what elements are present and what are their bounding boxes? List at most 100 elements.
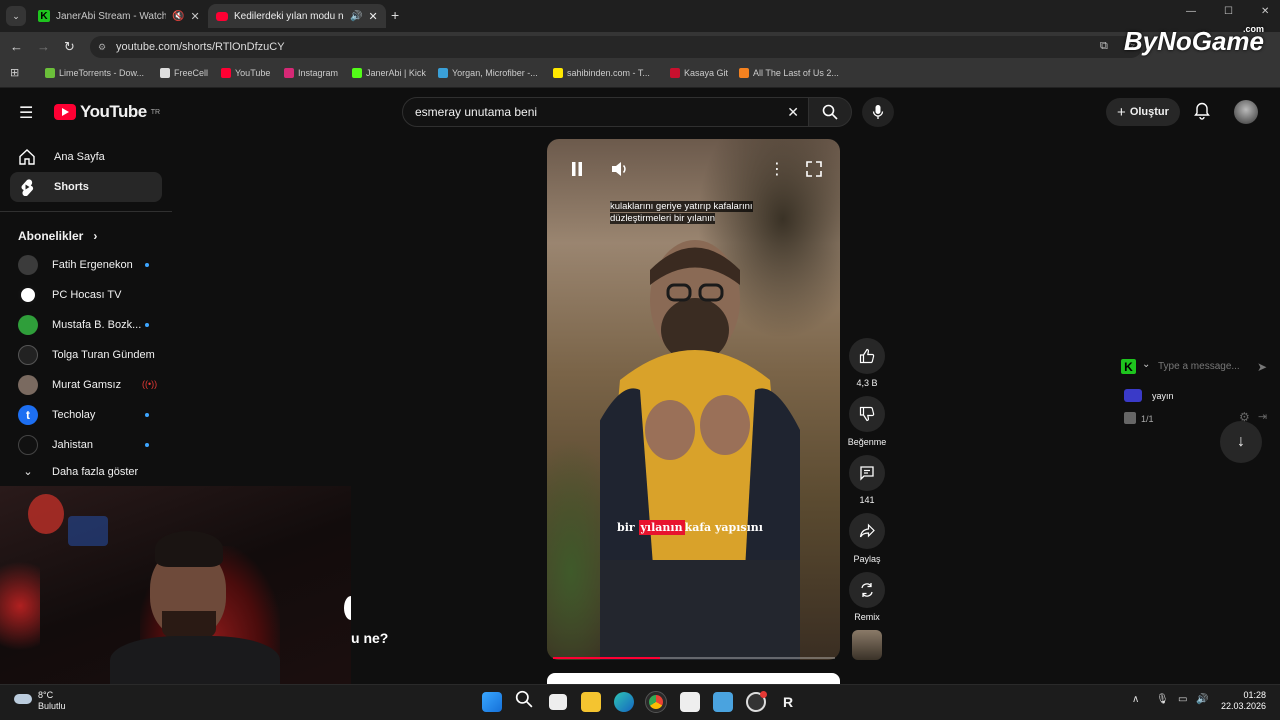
- thumbs-down-icon: [859, 406, 875, 422]
- comments-button[interactable]: [849, 455, 885, 491]
- bookmark-kick[interactable]: JanerAbi | Kick: [352, 68, 426, 78]
- subscriptions-header[interactable]: Abonelikler ›: [18, 229, 97, 243]
- sidebar-item-shorts[interactable]: Shorts: [10, 172, 162, 202]
- dislike-label: Beğenme: [847, 437, 887, 447]
- search-input[interactable]: esmeray unutama beni ✕: [402, 97, 810, 127]
- weather-widget[interactable]: 8°C Bulutlu: [38, 690, 66, 712]
- close-window-icon[interactable]: ✕: [1261, 6, 1269, 17]
- network-icon[interactable]: ▭: [1178, 694, 1187, 705]
- bookmark-last-of-us[interactable]: All The Last of Us 2...: [739, 68, 839, 78]
- bookmark-freecell[interactable]: FreeCell: [160, 68, 208, 78]
- video-progress-fill: [553, 657, 661, 659]
- clear-search-icon[interactable]: ✕: [787, 104, 799, 121]
- windows-taskbar: [0, 684, 1280, 720]
- reload-icon[interactable]: ↻: [64, 39, 75, 55]
- youtube-icon: [216, 11, 228, 21]
- shorts-icon: [21, 179, 34, 196]
- url-bar[interactable]: ⚙ youtube.com/shorts/RTlOnDfzuCY: [90, 36, 1142, 58]
- bookmark-instagram[interactable]: Instagram: [284, 68, 338, 78]
- search-value: esmeray unutama beni: [415, 105, 538, 119]
- tab-title: JanerAbi Stream - Watch Li: [56, 10, 166, 22]
- muted-icon[interactable]: 🔇: [172, 11, 184, 22]
- subscription-name: PC Hocası TV: [52, 289, 122, 301]
- chevron-down-icon: ⌄: [23, 466, 33, 478]
- edge-icon[interactable]: [614, 692, 634, 712]
- taskbar-search-icon[interactable]: [515, 690, 533, 713]
- account-avatar[interactable]: [1234, 100, 1258, 124]
- r-app-icon[interactable]: R: [783, 694, 793, 710]
- subscription-tolga-turan[interactable]: Tolga Turan Gündem: [18, 345, 158, 365]
- like-count: 4,3 B: [856, 378, 878, 388]
- bookmark-kasaya-git[interactable]: Kasaya Git: [670, 68, 728, 78]
- new-tab-button[interactable]: +: [391, 7, 399, 23]
- bookmark-yorgan[interactable]: Yorgan, Microfiber -...: [438, 68, 538, 78]
- subscription-mustafa[interactable]: Mustafa B. Bozk...: [18, 315, 158, 335]
- scroll-down-button[interactable]: ↓: [1220, 421, 1262, 463]
- share-button[interactable]: [849, 513, 885, 549]
- back-icon[interactable]: ←: [10, 39, 23, 54]
- subscription-pc-hocasi[interactable]: PC Hocası TV: [18, 285, 158, 305]
- search-icon: [822, 104, 838, 120]
- volume-button[interactable]: [606, 155, 634, 183]
- photos-icon[interactable]: [713, 692, 733, 712]
- window-controls[interactable]: — ☐ ✕: [1186, 6, 1269, 17]
- sidebar-item-home[interactable]: Ana Sayfa: [10, 142, 162, 172]
- cast-icon[interactable]: ⧉: [1100, 40, 1108, 53]
- minimize-icon[interactable]: —: [1186, 6, 1196, 17]
- subscription-murat-gamsiz[interactable]: Murat Gamsız: [18, 375, 158, 395]
- weather-cloud-icon[interactable]: [14, 694, 32, 704]
- fullscreen-icon[interactable]: [800, 155, 828, 183]
- youtube-wordmark: YouTube: [80, 102, 147, 121]
- system-clock[interactable]: 01:28 22.03.2026: [1218, 690, 1266, 712]
- tab-janerabi[interactable]: K JanerAbi Stream - Watch Li 🔇 ✕: [30, 4, 208, 28]
- chrome-icon[interactable]: [645, 691, 667, 713]
- popout-icon[interactable]: ⇥: [1258, 410, 1267, 423]
- bookmark-sahibinden[interactable]: sahibinden.com - T...: [553, 68, 650, 78]
- bookmark-youtube[interactable]: YouTube: [221, 68, 270, 78]
- adjacent-short-title: u ne?: [351, 630, 389, 646]
- remix-button[interactable]: [849, 572, 885, 608]
- like-button[interactable]: [849, 338, 885, 374]
- search-button[interactable]: [808, 97, 852, 127]
- speaker-icon[interactable]: 🔊: [1196, 694, 1208, 705]
- tray-chevron-icon[interactable]: ∧: [1132, 694, 1139, 705]
- sound-thumbnail[interactable]: [852, 630, 882, 660]
- chevron-down-icon[interactable]: ⌄: [1142, 359, 1150, 370]
- chat-placeholder: Type a message...: [1158, 361, 1240, 372]
- mic-tray-icon[interactable]: 🎙: [1156, 694, 1169, 705]
- chat-message-input[interactable]: Type a message...: [1158, 361, 1240, 372]
- share-icon: [859, 523, 875, 538]
- apps-icon[interactable]: ⊞: [10, 66, 19, 79]
- create-label: Oluştur: [1129, 106, 1169, 118]
- close-icon[interactable]: ✕: [190, 10, 199, 23]
- create-button[interactable]: + Oluştur: [1106, 98, 1180, 126]
- show-more-button[interactable]: ⌄ Daha fazla göster: [18, 465, 158, 479]
- weather-temp: 8°C: [38, 690, 54, 700]
- task-view-icon[interactable]: [549, 694, 567, 710]
- subscription-techolay[interactable]: t Techolay: [18, 405, 158, 425]
- tab-search-dropdown[interactable]: ⌄: [6, 6, 26, 26]
- pause-button[interactable]: [563, 155, 591, 183]
- youtube-logo[interactable]: YouTube TR: [54, 102, 160, 122]
- maximize-icon[interactable]: ☐: [1224, 6, 1233, 17]
- windows-start-icon[interactable]: [482, 692, 502, 712]
- hamburger-menu-icon[interactable]: ☰: [19, 103, 33, 123]
- send-icon[interactable]: ➤: [1257, 360, 1267, 374]
- bookmark-limetorrents[interactable]: LimeTorrents - Dow...: [45, 68, 144, 78]
- site-info-icon[interactable]: ⚙: [98, 42, 106, 53]
- comment-icon: [860, 466, 874, 481]
- subscription-fatih-ergenekon[interactable]: Fatih Ergenekon: [18, 255, 158, 275]
- forward-icon[interactable]: →: [37, 39, 50, 54]
- store-icon[interactable]: [680, 692, 700, 712]
- comment-count: 141: [859, 495, 875, 505]
- tab-kedilerdeki[interactable]: Kedilerdeki yılan modu ne? 🔊 ✕: [208, 4, 386, 28]
- notifications-bell-icon[interactable]: [1194, 102, 1210, 125]
- audio-playing-icon[interactable]: 🔊: [350, 11, 362, 22]
- more-options-icon[interactable]: ⋮: [763, 155, 791, 183]
- file-explorer-icon[interactable]: [581, 692, 601, 712]
- voice-search-button[interactable]: [862, 97, 894, 127]
- dislike-button[interactable]: [849, 396, 885, 432]
- subscription-name: Jahistan: [52, 439, 93, 451]
- subscription-jahistan[interactable]: Jahistan: [18, 435, 158, 455]
- close-icon[interactable]: ✕: [368, 10, 377, 23]
